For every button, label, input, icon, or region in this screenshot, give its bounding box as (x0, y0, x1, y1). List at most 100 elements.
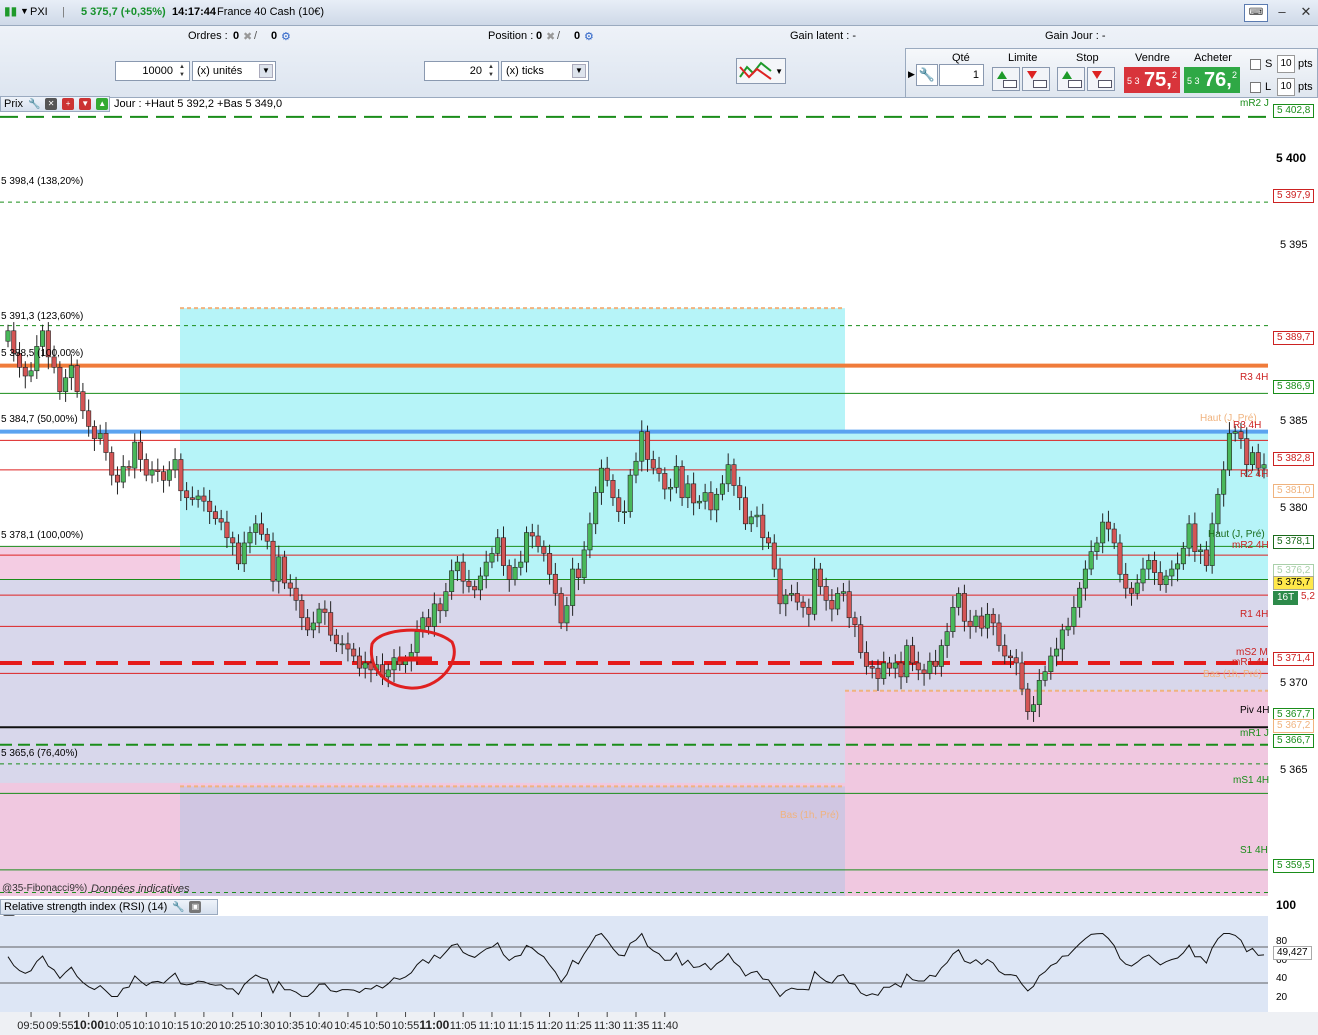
candle-up (483, 561, 489, 577)
candle-up (1226, 433, 1232, 471)
level-label-r3: R3 4H (1240, 372, 1269, 383)
candle-down (91, 426, 97, 439)
level-label-r1: R1 4H (1240, 609, 1269, 620)
pts-input-l[interactable]: 10 (1277, 78, 1295, 96)
level-label-mr1j: mR1 J (1240, 728, 1269, 739)
stop-checkbox[interactable] (1250, 59, 1261, 70)
level-label-haut: Haut (J, Pré) (1208, 529, 1265, 540)
strategy-button[interactable]: ▼ (736, 58, 786, 84)
position-label: Position : (488, 30, 534, 42)
limit-sell-button[interactable] (1022, 67, 1050, 91)
candle-up (247, 532, 253, 544)
ticks-unit-select[interactable]: (x) ticks ▼ (501, 61, 589, 81)
stop-buy-button[interactable] (1057, 67, 1085, 91)
time-tick-label: 10:05 (104, 1020, 132, 1032)
candle-up (1054, 648, 1060, 657)
candle-down (800, 601, 806, 608)
price-chart[interactable] (0, 96, 1318, 896)
spinner-arrows-icon[interactable]: ▲ ▼ (176, 63, 188, 79)
candle-down (212, 511, 218, 519)
chevron-down-icon[interactable]: ▼ (572, 64, 586, 78)
ordres-value: 0 (233, 30, 240, 42)
buy-price-sup: 2 (1231, 70, 1237, 80)
candle-down (299, 600, 305, 619)
price-tag: 5 389,7 (1273, 331, 1315, 345)
time-tick-label: 11:05 (450, 1020, 477, 1032)
rsi-background (0, 916, 1268, 1012)
candle-down (103, 433, 109, 453)
candle-up (443, 591, 449, 612)
ticks-stepper[interactable]: 20 ▲ ▼ (424, 61, 499, 81)
stop-sell-button[interactable] (1087, 67, 1115, 91)
rsi-chart[interactable] (0, 916, 1318, 1012)
cancel-icon[interactable]: ✖ (546, 30, 555, 43)
rsi-value-tag: 49,427 (1273, 946, 1312, 960)
candle-up (489, 553, 495, 563)
gear-icon[interactable]: ⚙ (281, 30, 291, 43)
ordres-label: Ordres : (188, 30, 228, 42)
candle-up (403, 660, 409, 665)
price-tag: 5 366,7 (1273, 734, 1315, 748)
pts-input-s[interactable]: 10 (1277, 55, 1295, 73)
candle-up (40, 330, 46, 347)
dropdown-arrow-icon[interactable]: ▼ (20, 6, 29, 16)
level-label-r2: R2 4H (1240, 469, 1269, 480)
unit-select[interactable]: (x) unités ▼ (192, 61, 276, 81)
candle-up (1082, 568, 1088, 589)
candle-down (863, 652, 869, 667)
stop-label: Stop (1076, 52, 1099, 64)
buy-button[interactable]: 5 3 76, 2 (1184, 67, 1240, 93)
fib-label: 5 391,3 (123,60%) (1, 311, 84, 322)
limit-buy-button[interactable] (992, 67, 1020, 91)
candle-down (472, 586, 478, 591)
minimize-button[interactable]: – (1272, 4, 1292, 22)
candle-down (915, 662, 921, 671)
chevron-down-icon[interactable]: ▼ (775, 67, 783, 76)
chart-icon[interactable]: ▮▮ (4, 4, 17, 18)
candle-up (1186, 523, 1192, 549)
expand-arrow-icon[interactable]: ▶ (908, 69, 915, 80)
wrench-icon[interactable]: 🔧 (916, 64, 938, 86)
candle-down (662, 473, 668, 490)
candle-down (466, 580, 472, 587)
keyboard-icon[interactable]: ⌨ (1244, 4, 1268, 22)
candle-up (1100, 521, 1106, 544)
close-icon[interactable]: ✕ (45, 98, 58, 111)
chart-area[interactable]: Prix 🔧 ✕ + ▼ ▲ Jour : +Haut 5 392,2 +Bas… (0, 96, 1318, 1035)
limit-checkbox[interactable] (1250, 82, 1261, 93)
quantity-stepper[interactable]: 10000 ▲ ▼ (115, 61, 190, 81)
close-button[interactable]: ✕ (1296, 4, 1316, 22)
settings-icon[interactable]: ▣ (189, 901, 202, 914)
candle-up (812, 568, 818, 615)
candle-down (552, 573, 558, 594)
move-down-icon[interactable]: ▼ (79, 98, 92, 111)
candle-up (391, 657, 397, 671)
candle-down (155, 469, 161, 472)
candle-down (650, 459, 656, 469)
wrench-icon[interactable]: 🔧 (28, 98, 40, 110)
candle-up (564, 605, 570, 624)
gear-icon[interactable]: ⚙ (584, 30, 594, 43)
cancel-icon[interactable]: ✖ (243, 30, 252, 43)
candle-down (1111, 528, 1117, 544)
candle-up (1261, 464, 1267, 469)
add-icon[interactable]: + (62, 98, 75, 111)
chevron-down-icon[interactable]: ▼ (259, 64, 273, 78)
ticks-unit-value: (x) ticks (506, 65, 544, 77)
unit-select-value: (x) unités (197, 65, 243, 77)
candle-up (927, 660, 933, 674)
sell-button[interactable]: 5 3 75, 2 (1124, 67, 1180, 93)
wrench-icon[interactable]: 🔧 (172, 901, 184, 913)
candle-down (656, 467, 662, 474)
spinner-arrows-icon[interactable]: ▲ ▼ (485, 63, 497, 79)
move-up-icon[interactable]: ▲ (96, 98, 109, 111)
qte-input[interactable]: 1 (939, 64, 984, 86)
candle-down (875, 667, 881, 679)
buy-price-big: 76, (1204, 69, 1232, 91)
time-tick-label: 10:30 (248, 1020, 276, 1032)
time-tick-label: 10:00 (73, 1018, 104, 1032)
candle-down (230, 537, 236, 544)
time-tick-label: 11:15 (507, 1020, 534, 1032)
ordres-value-2: 0 (271, 30, 278, 42)
candle-down (858, 624, 864, 653)
